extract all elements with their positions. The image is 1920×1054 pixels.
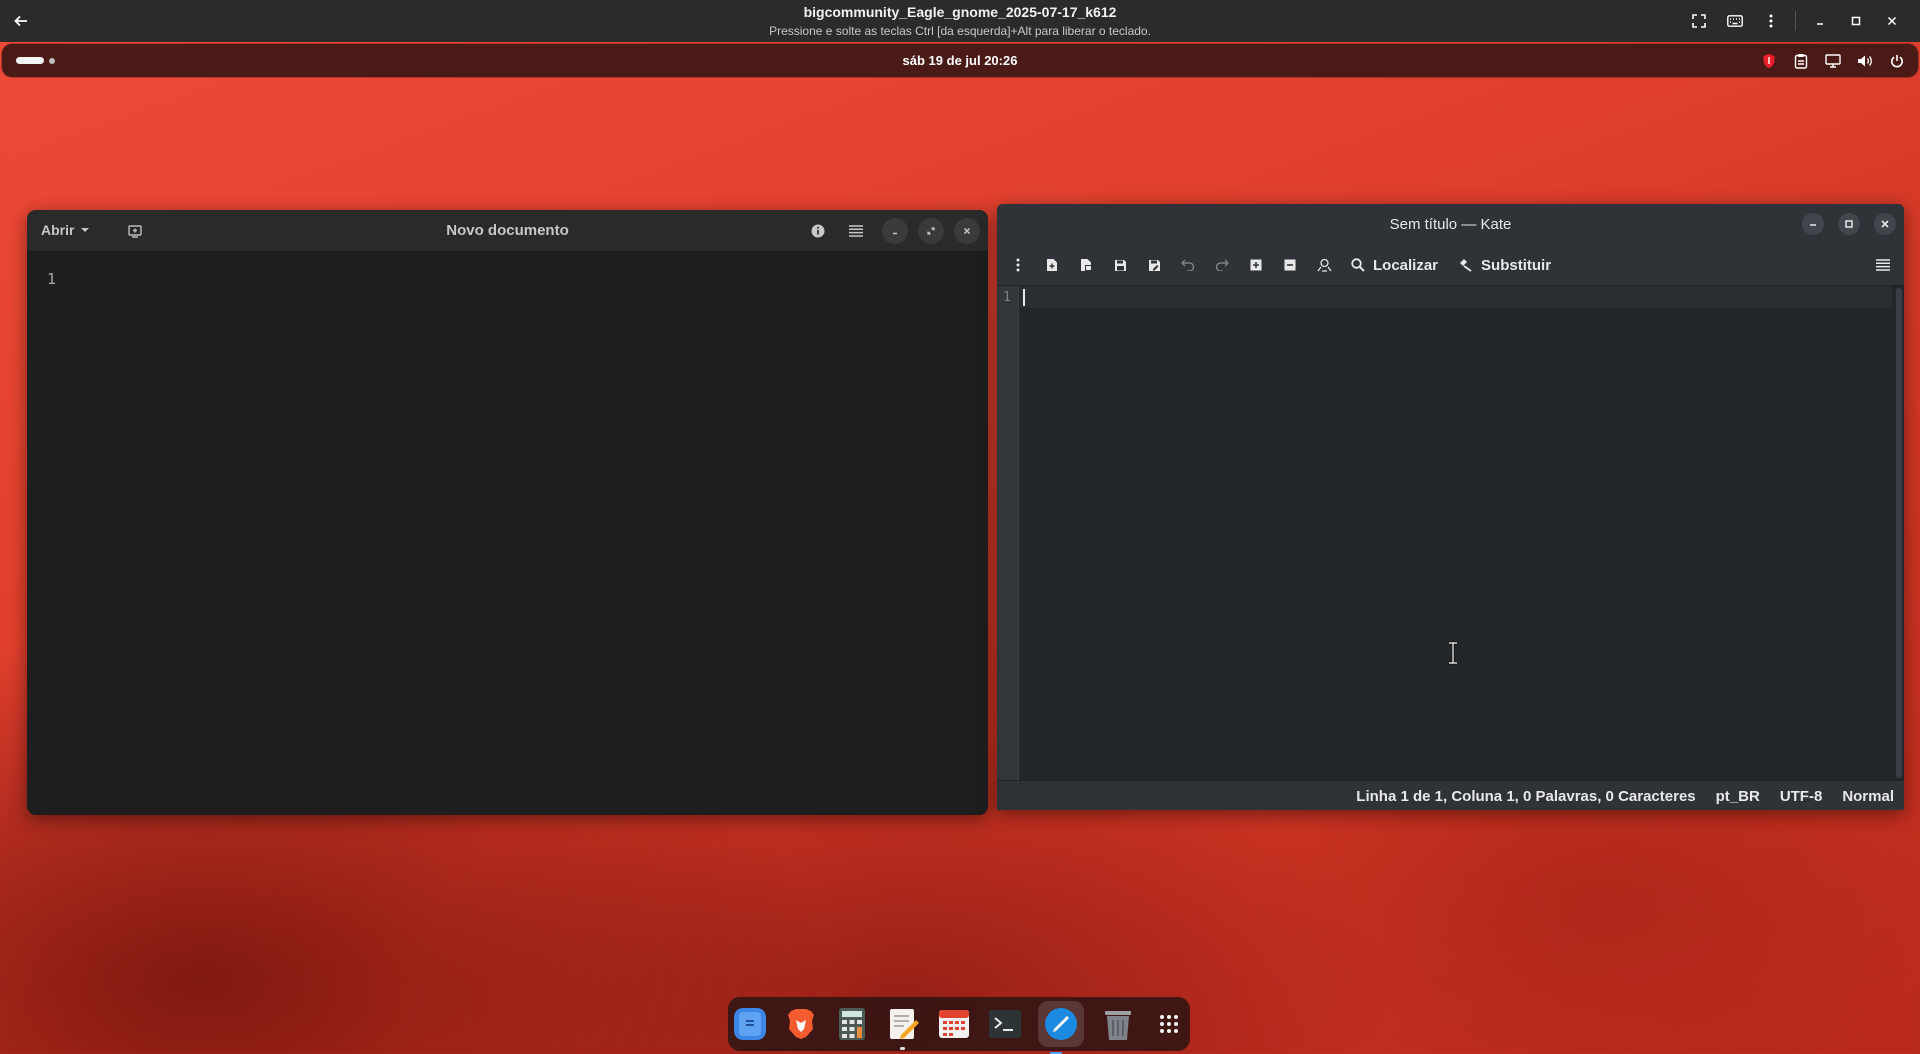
shield-icon[interactable] — [1758, 50, 1780, 72]
calendar-icon[interactable] — [936, 1007, 971, 1042]
spell-check-icon[interactable] — [1307, 253, 1341, 277]
zoom-out-icon[interactable] — [1273, 253, 1307, 277]
text-editor-icon[interactable] — [885, 1007, 920, 1050]
maximize-icon[interactable] — [1838, 8, 1874, 34]
text-cursor-icon — [1447, 641, 1459, 665]
close-button[interactable] — [954, 218, 980, 244]
minimize-button[interactable] — [882, 218, 908, 244]
line-number: 1 — [47, 270, 57, 288]
keyboard-icon[interactable] — [1717, 8, 1753, 34]
trash-icon[interactable] — [1100, 1007, 1135, 1042]
gnome-top-panel: sáb 19 de jul 20:26 — [2, 44, 1918, 77]
clipboard-icon[interactable] — [1790, 50, 1812, 72]
cursor-position[interactable]: Linha 1 de 1, Coluna 1, 0 Palavras, 0 Ca… — [1356, 788, 1695, 805]
dock — [728, 997, 1190, 1054]
kate-icon[interactable] — [1038, 1001, 1084, 1054]
fullscreen-icon[interactable] — [1681, 8, 1717, 34]
gnome-text-editor-window: Abrir Novo documento 1 — [27, 210, 988, 815]
maximize-button[interactable] — [918, 218, 944, 244]
find-label: Localizar — [1373, 256, 1439, 274]
network-wired-icon[interactable] — [1822, 50, 1844, 72]
vertical-scrollbar[interactable] — [1896, 288, 1902, 778]
line-number-gutter: 1 — [997, 286, 1019, 780]
vm-viewer-header: bigcommunity_Eagle_gnome_2025-07-17_k612… — [0, 0, 1920, 42]
undo-icon[interactable] — [1171, 253, 1205, 277]
text-caret — [1023, 289, 1025, 306]
open-document-icon[interactable] — [1069, 253, 1103, 277]
replace-label: Substituir — [1481, 256, 1552, 274]
zoom-in-icon[interactable] — [1239, 253, 1273, 277]
calculator-icon[interactable] — [834, 1007, 869, 1042]
hamburger-menu-icon[interactable] — [1868, 253, 1898, 277]
current-line-highlight — [1020, 286, 1892, 308]
clock[interactable]: sáb 19 de jul 20:26 — [2, 53, 1918, 68]
dictionary-language[interactable]: pt_BR — [1716, 788, 1760, 805]
main-menu-icon[interactable] — [840, 218, 872, 244]
app-grid-icon[interactable] — [1151, 1007, 1186, 1042]
find-button[interactable]: Localizar — [1341, 253, 1448, 277]
replace-icon — [1458, 258, 1473, 272]
terminal-icon[interactable] — [987, 1007, 1022, 1042]
title-bar: Sem título — Kate — [997, 204, 1904, 244]
info-icon[interactable] — [802, 218, 834, 244]
more-options-icon[interactable] — [1753, 8, 1789, 34]
vm-subtitle: Pressione e solte as teclas Ctrl [da esq… — [769, 24, 1151, 38]
search-icon — [1351, 258, 1365, 272]
status-bar: Linha 1 de 1, Coluna 1, 0 Palavras, 0 Ca… — [997, 780, 1904, 810]
minimize-icon[interactable] — [1802, 8, 1838, 34]
replace-button[interactable]: Substituir — [1448, 253, 1561, 277]
power-icon[interactable] — [1886, 50, 1908, 72]
vm-title: bigcommunity_Eagle_gnome_2025-07-17_k612 — [803, 4, 1117, 20]
menu-overflow-icon[interactable] — [1001, 253, 1035, 277]
window-title: Sem título — Kate — [1389, 216, 1512, 233]
volume-icon[interactable] — [1854, 50, 1876, 72]
save-icon[interactable] — [1103, 253, 1137, 277]
header-bar: Abrir Novo documento — [27, 210, 988, 252]
toolbar: Localizar Substituir — [997, 244, 1904, 286]
close-button[interactable] — [1874, 213, 1896, 235]
save-as-icon[interactable] — [1137, 253, 1171, 277]
text-area[interactable]: 1 — [27, 252, 988, 815]
kate-window: Sem título — Kate Localizar Substituir 1… — [997, 204, 1904, 810]
input-mode[interactable]: Normal — [1842, 788, 1894, 805]
line-number: 1 — [1003, 290, 1011, 305]
close-icon[interactable] — [1874, 8, 1910, 34]
separator — [1795, 11, 1796, 31]
new-document-icon[interactable] — [1035, 253, 1069, 277]
encoding[interactable]: UTF-8 — [1780, 788, 1823, 805]
minimize-button[interactable] — [1802, 213, 1824, 235]
files-icon[interactable] — [732, 1007, 767, 1042]
editor-view[interactable]: 1 — [997, 286, 1904, 780]
maximize-button[interactable] — [1838, 213, 1860, 235]
brave-icon[interactable] — [783, 1007, 818, 1042]
redo-icon[interactable] — [1205, 253, 1239, 277]
